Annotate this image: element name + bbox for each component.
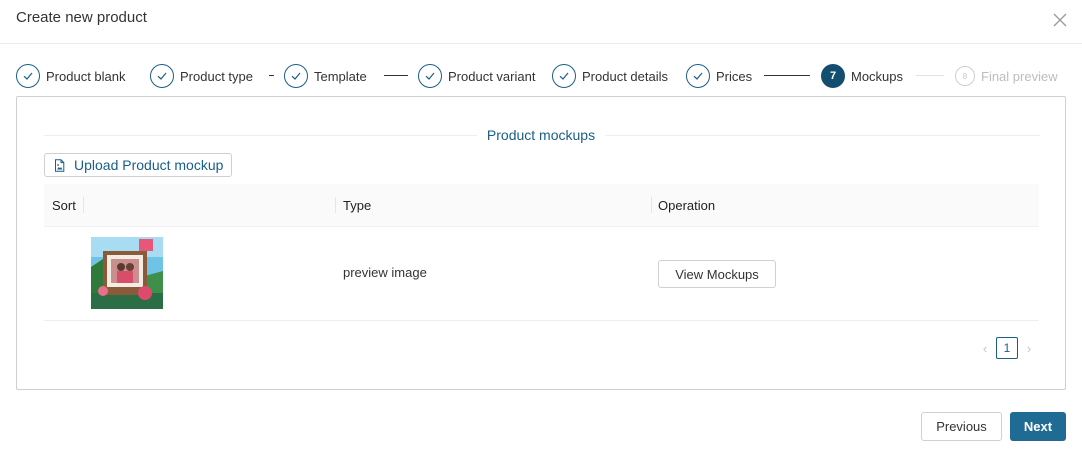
check-icon: [686, 64, 710, 88]
step-product-details[interactable]: Product details: [552, 63, 668, 89]
modal-title: Create new product: [16, 9, 147, 26]
mockups-panel: Product mockups Upload Product mockup So…: [16, 96, 1066, 390]
step-final-preview[interactable]: 8 Final preview: [955, 63, 1058, 89]
close-button[interactable]: [1048, 8, 1072, 32]
upload-label: Upload Product mockup: [74, 157, 224, 173]
check-icon: [150, 64, 174, 88]
modal-header: Create new product: [0, 0, 1082, 44]
page-number[interactable]: 1: [996, 337, 1018, 359]
check-icon: [16, 64, 40, 88]
step-connector: [384, 75, 408, 76]
check-icon: [418, 64, 442, 88]
check-icon: [552, 64, 576, 88]
mockup-thumbnail[interactable]: [91, 237, 163, 309]
step-number: 7: [821, 64, 845, 88]
step-prices[interactable]: Prices: [686, 63, 752, 89]
close-icon: [1053, 13, 1067, 27]
pagination: ‹ 1 ›: [977, 337, 1037, 359]
column-header-operation: Operation: [658, 198, 716, 213]
section-title-text: Product mockups: [476, 127, 606, 143]
step-product-blank[interactable]: Product blank: [16, 63, 126, 89]
step-template[interactable]: Template: [284, 63, 367, 89]
table-row: preview image View Mockups: [44, 227, 1039, 321]
step-label: Product details: [582, 68, 668, 84]
column-separator: [335, 197, 336, 213]
table-header: Sort Type Operation: [44, 184, 1039, 227]
step-product-variant[interactable]: Product variant: [418, 63, 544, 89]
step-label: Product variant: [448, 68, 536, 84]
column-separator: [651, 197, 652, 213]
step-connector: [916, 75, 944, 76]
step-mockups[interactable]: 7 Mockups: [821, 63, 903, 89]
section-title: Product mockups: [17, 127, 1065, 145]
stepper: Product blank Product type Template Prod…: [16, 63, 1076, 89]
next-button[interactable]: Next: [1010, 412, 1066, 441]
step-connector: [269, 75, 274, 76]
step-label: Prices: [716, 68, 753, 84]
step-number: 8: [955, 66, 975, 86]
step-label: Final preview: [981, 68, 1058, 84]
step-connector: [764, 75, 810, 76]
check-icon: [284, 64, 308, 88]
previous-button[interactable]: Previous: [921, 412, 1002, 441]
mockups-table: Sort Type Operation preview image View M…: [44, 184, 1039, 321]
column-header-type: Type: [343, 198, 372, 213]
type-cell: preview image: [343, 265, 427, 280]
chevron-left-icon[interactable]: ‹: [977, 337, 993, 359]
step-label: Product type: [180, 68, 253, 84]
chevron-right-icon[interactable]: ›: [1021, 337, 1037, 359]
column-separator: [83, 197, 84, 213]
step-label: Mockups: [851, 68, 904, 84]
step-label: Template: [314, 68, 367, 84]
step-label: Product blank: [46, 68, 126, 84]
upload-product-mockup-button[interactable]: Upload Product mockup: [44, 153, 233, 177]
column-header-sort[interactable]: Sort: [52, 198, 76, 213]
view-mockups-button[interactable]: View Mockups: [658, 260, 776, 288]
file-image-icon: [55, 158, 65, 172]
step-product-type[interactable]: Product type: [150, 63, 253, 89]
